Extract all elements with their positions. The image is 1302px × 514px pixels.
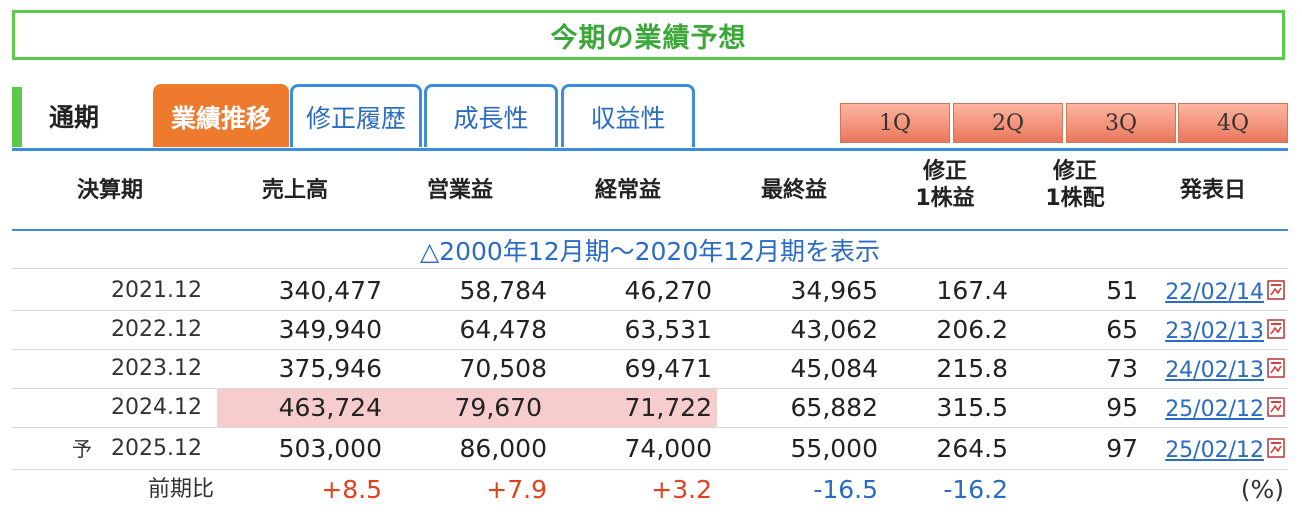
eps-cell: 215.8 bbox=[936, 354, 1008, 383]
comparison-unit: (%) bbox=[1240, 475, 1284, 504]
operating-cell-highlighted: 79,670 bbox=[387, 389, 552, 427]
section-title-box: 今期の業績予想 bbox=[12, 10, 1285, 60]
comparison-row: 前期比 +8.5 +7.9 +3.2 -16.5 -16.2 (%) bbox=[12, 471, 1288, 509]
header-eps-line1: 修正 bbox=[922, 159, 967, 184]
dps-cell: 73 bbox=[1106, 354, 1138, 383]
tab-static-label: 通期 bbox=[49, 103, 100, 132]
announce-date-link[interactable]: 24/02/13 bbox=[1165, 358, 1264, 383]
pdf-icon[interactable] bbox=[1267, 438, 1286, 458]
announce-date-cell: 23/02/13 bbox=[1152, 311, 1264, 349]
operating-cell: 58,784 bbox=[459, 276, 547, 305]
net-cell: 43,062 bbox=[790, 315, 878, 344]
header-net-profit: 最終益 bbox=[760, 178, 827, 203]
header-divider bbox=[12, 229, 1288, 231]
show-history-link[interactable]: △2000年12月期～2020年12月期を表示 bbox=[12, 232, 1288, 268]
announce-date-link[interactable]: 25/02/12 bbox=[1165, 397, 1264, 422]
ordinary-cell: 74,000 bbox=[624, 434, 712, 463]
table-row: 2021.12 340,477 58,784 46,270 34,965 167… bbox=[12, 272, 1288, 310]
period-cell: 2024.12 bbox=[111, 395, 202, 420]
section-title: 今期の業績予想 bbox=[550, 22, 747, 54]
dps-cell: 97 bbox=[1106, 434, 1138, 463]
header-sales: 売上高 bbox=[261, 178, 328, 203]
announce-date-cell: 22/02/14 bbox=[1152, 272, 1264, 310]
announce-date-link[interactable]: 22/02/14 bbox=[1165, 280, 1264, 305]
eps-cell: 167.4 bbox=[936, 276, 1008, 305]
pdf-icon[interactable] bbox=[1267, 397, 1286, 417]
tab-profitability[interactable]: 収益性 bbox=[561, 84, 695, 147]
period-cell: 2021.12 bbox=[111, 278, 202, 303]
table-row: 2024.12 463,724 79,670 71,722 65,882 315… bbox=[12, 389, 1288, 427]
net-cell: 65,882 bbox=[790, 393, 878, 422]
eps-cell: 264.5 bbox=[936, 434, 1008, 463]
dps-cell: 95 bbox=[1106, 393, 1138, 422]
table-row: 2023.12 375,946 70,508 69,471 45,084 215… bbox=[12, 350, 1288, 388]
comparison-net: -16.5 bbox=[813, 475, 878, 504]
pdf-icon[interactable] bbox=[1267, 280, 1286, 300]
sales-cell: 349,940 bbox=[278, 315, 382, 344]
quarter-button-3q[interactable]: 3Q bbox=[1066, 103, 1176, 143]
header-announce-date: 発表日 bbox=[1179, 178, 1246, 203]
tab-growth[interactable]: 成長性 bbox=[424, 84, 558, 147]
ordinary-cell-highlighted: 71,722 bbox=[552, 389, 717, 427]
row-divider bbox=[12, 427, 1288, 428]
net-cell: 34,965 bbox=[790, 276, 878, 305]
tab-earnings-trend[interactable]: 業績推移 bbox=[153, 84, 289, 147]
header-eps-line2: 1株益 bbox=[915, 186, 975, 211]
sales-cell: 375,946 bbox=[278, 354, 382, 383]
dps-cell: 51 bbox=[1106, 276, 1138, 305]
announce-date-cell: 25/02/12 bbox=[1152, 430, 1264, 468]
row-divider bbox=[12, 268, 1288, 269]
sales-cell-highlighted: 463,724 bbox=[217, 389, 387, 427]
header-dps-line1: 修正 bbox=[1052, 159, 1097, 184]
header-eps: 修正 1株益 bbox=[895, 158, 995, 212]
sales-cell: 503,000 bbox=[278, 434, 382, 463]
comparison-ordinary: +3.2 bbox=[651, 475, 712, 504]
comparison-sales: +8.5 bbox=[321, 475, 382, 504]
table-row: 2022.12 349,940 64,478 63,531 43,062 206… bbox=[12, 311, 1288, 349]
ordinary-cell: 69,471 bbox=[624, 354, 712, 383]
pdf-icon[interactable] bbox=[1267, 319, 1286, 339]
ordinary-cell: 63,531 bbox=[624, 315, 712, 344]
period-cell: 2022.12 bbox=[111, 317, 202, 342]
header-dps-line2: 1株配 bbox=[1045, 186, 1105, 211]
header-dps: 修正 1株配 bbox=[1025, 158, 1125, 212]
operating-cell: 70,508 bbox=[459, 354, 547, 383]
net-cell: 45,084 bbox=[790, 354, 878, 383]
eps-cell: 315.5 bbox=[936, 393, 1008, 422]
announce-date-cell: 24/02/13 bbox=[1152, 350, 1264, 388]
announce-date-link[interactable]: 25/02/12 bbox=[1165, 438, 1264, 463]
comparison-operating: +7.9 bbox=[486, 475, 547, 504]
tab-underline bbox=[12, 148, 1288, 151]
table-row: 予 2025.12 503,000 86,000 74,000 55,000 2… bbox=[12, 430, 1288, 468]
dps-cell: 65 bbox=[1106, 315, 1138, 344]
header-operating-profit: 営業益 bbox=[426, 178, 493, 203]
tab-accent-bar bbox=[12, 87, 22, 147]
net-cell: 55,000 bbox=[790, 434, 878, 463]
quarter-button-2q[interactable]: 2Q bbox=[953, 103, 1063, 143]
period-cell: 2025.12 bbox=[111, 436, 202, 461]
announce-date-cell: 25/02/12 bbox=[1152, 389, 1264, 427]
quarter-button-4q[interactable]: 4Q bbox=[1178, 103, 1288, 143]
eps-cell: 206.2 bbox=[936, 315, 1008, 344]
row-divider bbox=[12, 469, 1288, 470]
pdf-icon[interactable] bbox=[1267, 358, 1286, 378]
operating-cell: 86,000 bbox=[459, 434, 547, 463]
header-period: 決算期 bbox=[76, 178, 143, 203]
header-ordinary-profit: 経常益 bbox=[594, 178, 661, 203]
quarter-button-1q[interactable]: 1Q bbox=[840, 103, 950, 143]
tab-strip: 通期 業績推移 修正履歴 成長性 収益性 1Q 2Q 3Q 4Q bbox=[12, 84, 1288, 150]
sales-cell: 340,477 bbox=[278, 276, 382, 305]
tab-revision-history[interactable]: 修正履歴 bbox=[290, 84, 422, 147]
period-cell: 2023.12 bbox=[111, 356, 202, 381]
forecast-mark: 予 bbox=[72, 437, 92, 461]
operating-cell: 64,478 bbox=[459, 315, 547, 344]
comparison-label: 前期比 bbox=[147, 477, 214, 502]
announce-date-link[interactable]: 23/02/13 bbox=[1165, 319, 1264, 344]
ordinary-cell: 46,270 bbox=[624, 276, 712, 305]
comparison-eps: -16.2 bbox=[943, 475, 1008, 504]
